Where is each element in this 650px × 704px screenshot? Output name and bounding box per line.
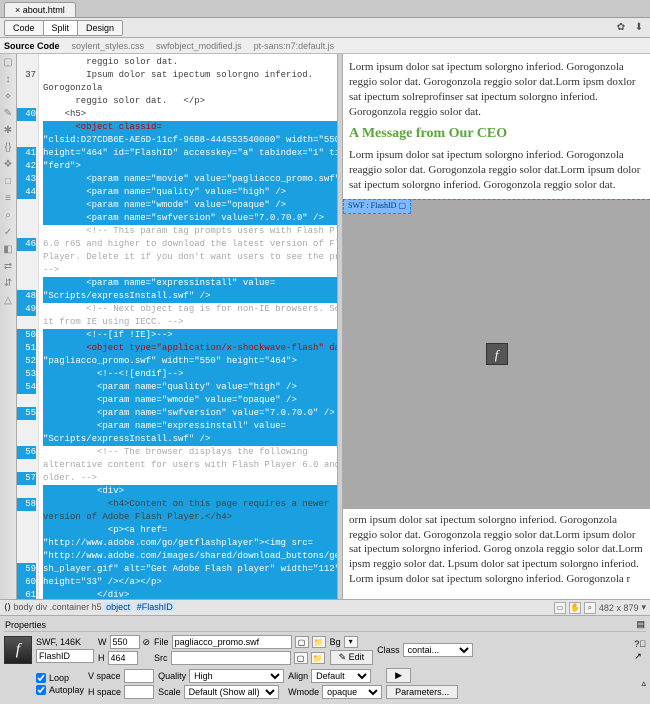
tool-icon[interactable]: ✓: [2, 226, 14, 238]
flash-icon: f: [486, 343, 508, 365]
code-content[interactable]: reggio solor dat. Ipsum dolor sat ipectu…: [39, 54, 337, 599]
document-tabs: × about.html: [0, 0, 650, 18]
tool-icon[interactable]: ≡: [2, 192, 14, 204]
view-switch: Code Split Design: [4, 20, 123, 36]
tool-icon[interactable]: ⌕: [2, 209, 14, 221]
align-label: Align: [288, 671, 308, 681]
paragraph: Lorm ipsum dolor sat ipectum solorgno in…: [349, 60, 644, 119]
tool-icon[interactable]: ⋄: [2, 90, 14, 102]
edit-button[interactable]: ✎ Edit: [330, 650, 374, 665]
view-split[interactable]: Split: [44, 21, 79, 35]
swf-size-label: SWF, 146K: [36, 637, 94, 647]
tag-object[interactable]: object: [104, 602, 132, 612]
tool-icon[interactable]: ❖: [2, 158, 14, 170]
file-label: File: [154, 637, 169, 647]
loop-checkbox[interactable]: [36, 673, 46, 683]
help-icon[interactable]: ?⃝: [634, 639, 646, 649]
tool-icon[interactable]: ◧: [2, 243, 14, 255]
scale-label: Scale: [158, 687, 181, 697]
code-view[interactable]: 3740414243444648495051525354555657585960…: [17, 54, 337, 599]
tag-body[interactable]: body: [14, 602, 34, 612]
class-label: Class: [377, 645, 400, 655]
tool-icon[interactable]: ✎: [2, 107, 14, 119]
autoplay-label: Autoplay: [49, 685, 84, 695]
tag-div[interactable]: div .container: [36, 602, 90, 612]
vspace-label: V space: [88, 671, 121, 681]
paragraph: orm ipsum dolor sat ipectum solorgno inf…: [349, 513, 644, 587]
hspace-field[interactable]: [124, 685, 154, 699]
panel-title: Properties: [5, 620, 46, 630]
autoplay-checkbox[interactable]: [36, 685, 46, 695]
quality-label: Quality: [158, 671, 186, 681]
wmode-label: Wmode: [288, 687, 319, 697]
lock-icon[interactable]: ⊘: [143, 637, 151, 648]
download-icon[interactable]: ⬇: [632, 21, 646, 35]
tool-icon[interactable]: {}: [2, 141, 14, 153]
panel-menu-icon[interactable]: ▤: [636, 619, 645, 630]
design-view[interactable]: Lorm ipsum dolor sat ipectum solorgno in…: [343, 54, 650, 599]
quick-tag-icon[interactable]: ↗: [634, 651, 646, 662]
play-button[interactable]: ▶: [386, 668, 411, 683]
w-label: W: [98, 637, 107, 647]
tag-path: ⟨⟩ body div .container h5 object #FlashI…: [4, 602, 175, 613]
tool-icon[interactable]: ▢: [2, 56, 14, 68]
tab-about[interactable]: × about.html: [4, 2, 76, 17]
hand-tool-icon[interactable]: ✋: [569, 602, 581, 614]
bg-label: Bg: [330, 637, 341, 647]
paragraph: Lorm ipsum dolor sat ipectum solorgno in…: [349, 148, 644, 193]
height-field[interactable]: [108, 651, 138, 665]
flash-icon: f: [4, 636, 32, 664]
src-label: Src: [154, 653, 168, 663]
file-field[interactable]: [172, 635, 292, 649]
browse-icon[interactable]: 📁: [312, 636, 326, 648]
tool-icon[interactable]: □: [2, 175, 14, 187]
related-file[interactable]: swfobject_modified.js: [156, 41, 242, 51]
related-file[interactable]: pt-sans:n7:default.js: [254, 41, 335, 51]
h-label: H: [98, 653, 105, 663]
dropdown-icon[interactable]: ▾: [641, 602, 646, 613]
swf-label: SWF : FlashID ▢: [343, 199, 411, 214]
wmode-select[interactable]: opaque: [322, 685, 382, 699]
view-bar: Code Split Design ✿ ⬇: [0, 18, 650, 38]
tag-h5[interactable]: h5: [92, 602, 102, 612]
tool-icon[interactable]: △: [2, 294, 14, 306]
tag-flashid[interactable]: #FlashID: [135, 602, 175, 612]
collapse-icon[interactable]: ▵: [641, 678, 646, 689]
id-field[interactable]: [36, 649, 94, 663]
zoom-tool-icon[interactable]: ⌕: [584, 602, 596, 614]
folder-icon[interactable]: ▢: [294, 652, 308, 664]
parameters-button[interactable]: Parameters...: [386, 685, 458, 699]
tool-icon[interactable]: ⇄: [2, 260, 14, 272]
dimensions-readout: 482 x 879: [599, 603, 639, 613]
tool-icon[interactable]: ⇵: [2, 277, 14, 289]
color-swatch[interactable]: ▾: [344, 636, 358, 648]
view-design[interactable]: Design: [78, 21, 122, 35]
folder-icon[interactable]: ▢: [295, 636, 309, 648]
tool-icon[interactable]: ↕: [2, 73, 14, 85]
scale-select[interactable]: Default (Show all): [184, 685, 279, 699]
tag-selector-bar: ⟨⟩ body div .container h5 object #FlashI…: [0, 599, 650, 615]
tool-icon[interactable]: ✱: [2, 124, 14, 136]
loop-label: Loop: [49, 673, 69, 683]
browse-icon[interactable]: 📁: [311, 652, 325, 664]
related-file[interactable]: soylent_styles.css: [72, 41, 145, 51]
src-field[interactable]: [171, 651, 291, 665]
view-code[interactable]: Code: [5, 21, 44, 35]
line-gutter: 3740414243444648495051525354555657585960…: [17, 54, 39, 599]
related-files-bar: Source Code soylent_styles.css swfobject…: [0, 38, 650, 54]
source-code-label[interactable]: Source Code: [4, 41, 60, 51]
class-select[interactable]: contai...: [403, 643, 473, 657]
heading-ceo: A Message from Our CEO: [349, 125, 644, 144]
select-tool-icon[interactable]: ▭: [554, 602, 566, 614]
properties-panel: Properties ▤ f SWF, 146K W⊘ H File▢📁 Src…: [0, 615, 650, 704]
width-field[interactable]: [110, 635, 140, 649]
hspace-label: H space: [88, 687, 121, 697]
code-toolbar: ▢ ↕ ⋄ ✎ ✱ {} ❖ □ ≡ ⌕ ✓ ◧ ⇄ ⇵ △: [0, 54, 17, 599]
gear-icon[interactable]: ✿: [614, 21, 628, 35]
swf-placeholder[interactable]: SWF : FlashID ▢ f: [343, 199, 650, 509]
